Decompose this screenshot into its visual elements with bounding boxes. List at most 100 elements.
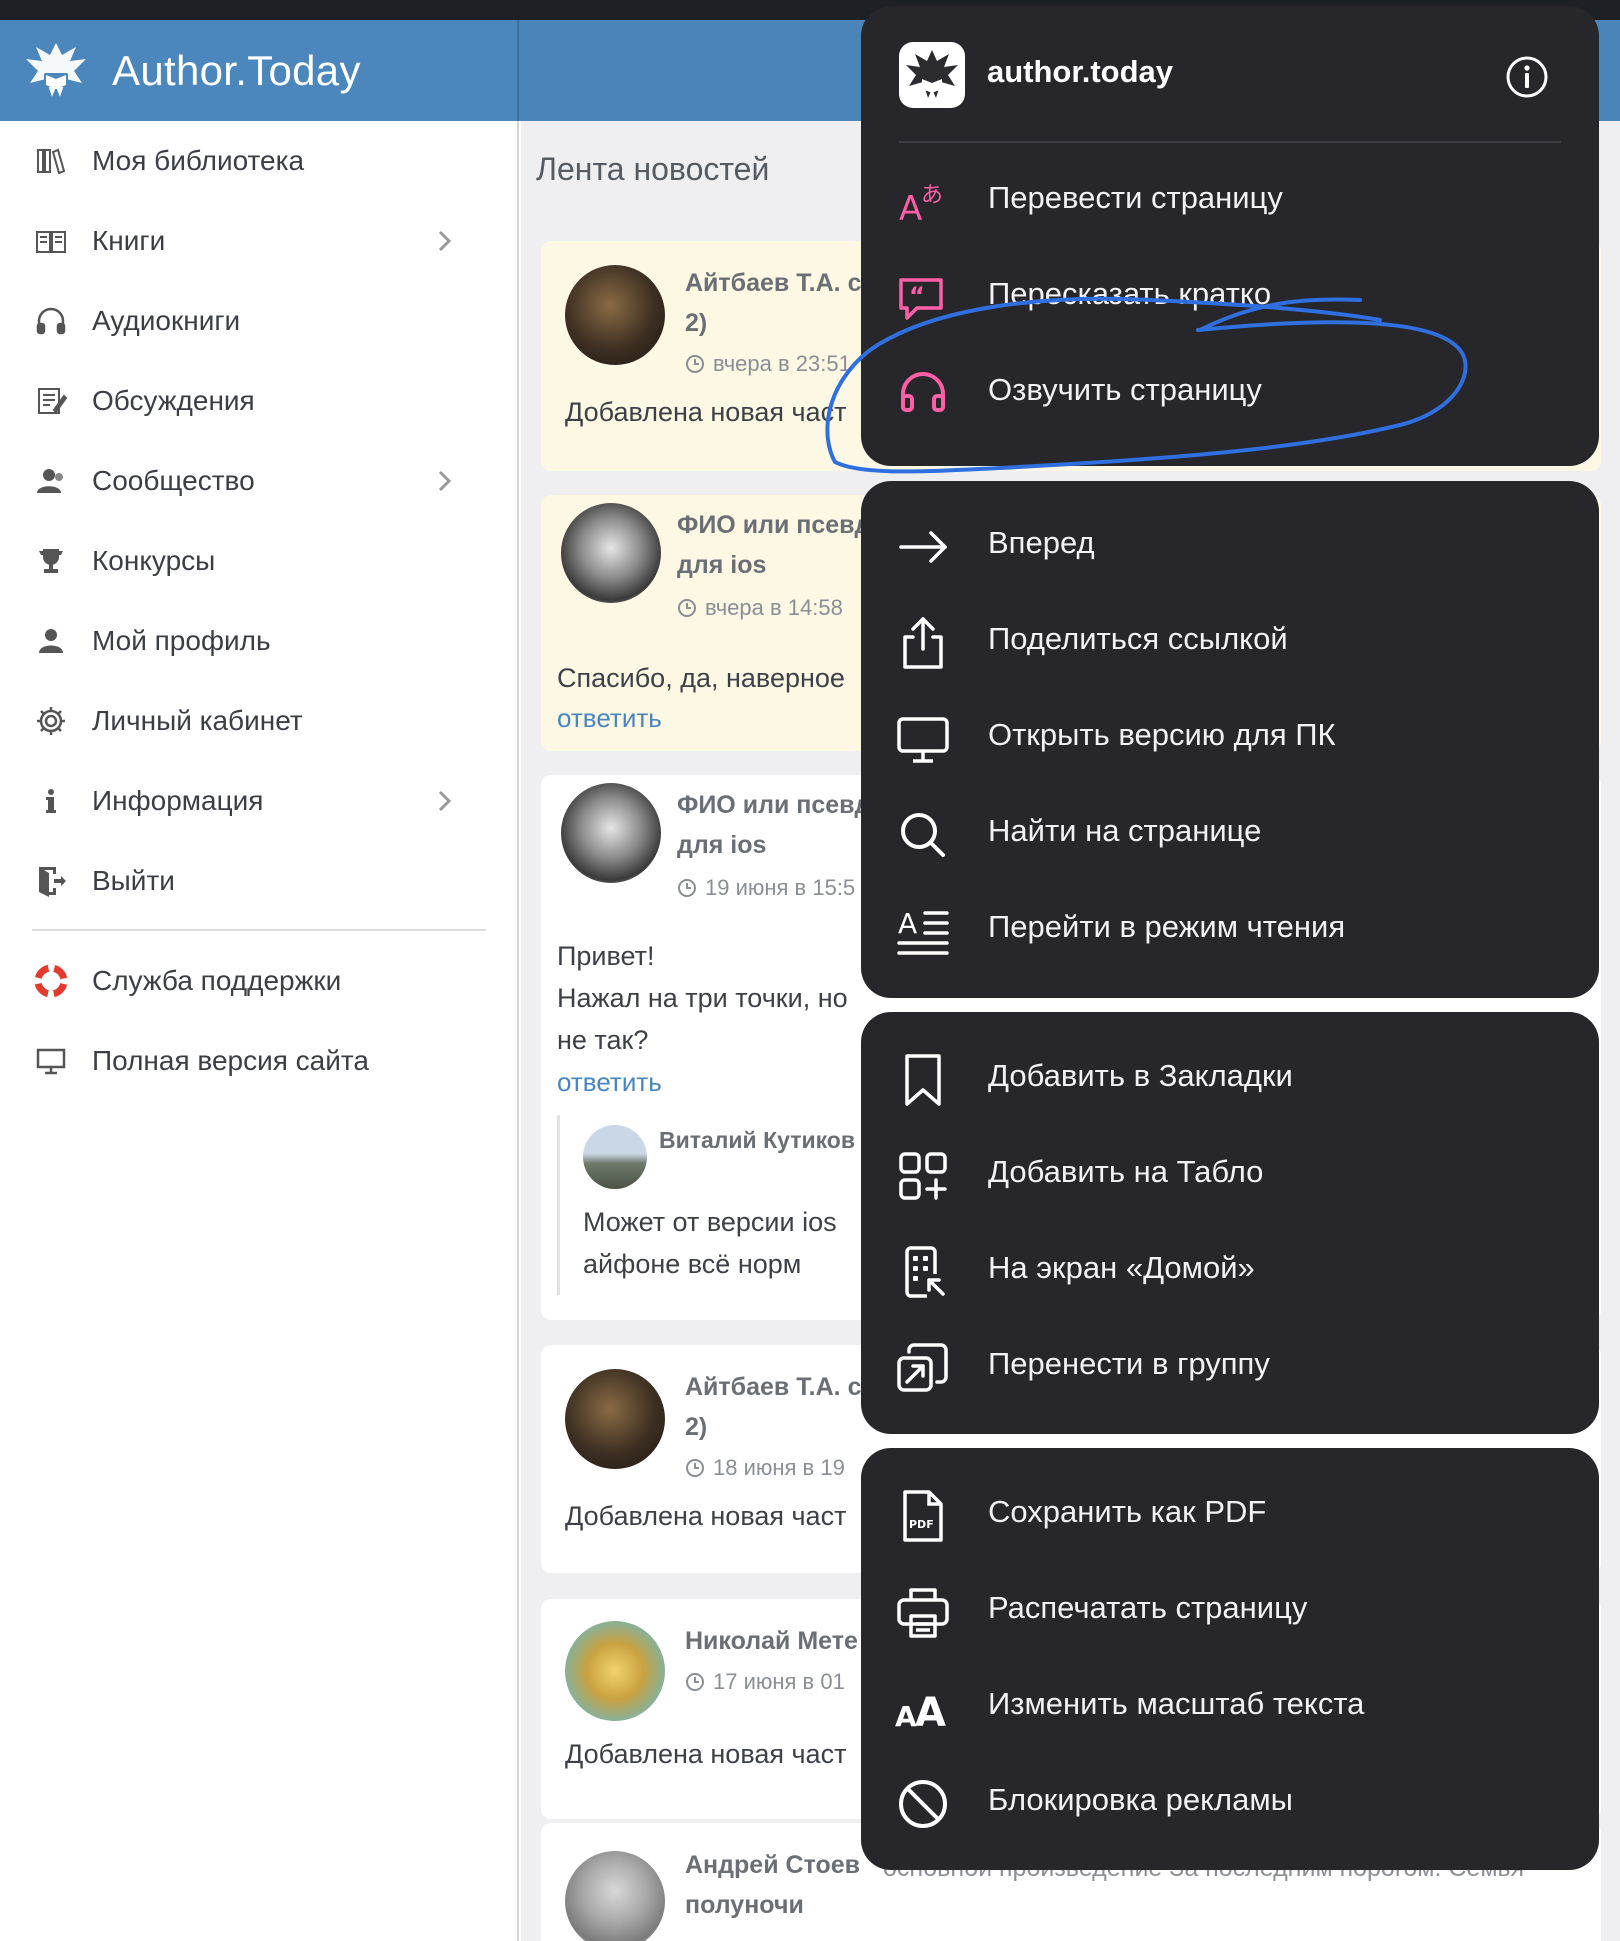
community-icon — [37, 469, 63, 493]
avatar[interactable] — [565, 265, 665, 365]
summary-icon: “ — [899, 278, 943, 320]
menu-item-forward[interactable]: Вперед — [861, 501, 1599, 591]
sidebar-item-support[interactable]: Служба поддержки — [0, 941, 519, 1021]
sidebar-item-full-version[interactable]: Полная версия сайта — [0, 1021, 519, 1101]
sidebar-item-discussions[interactable]: Обсуждения — [0, 361, 519, 441]
menu-group-save: Добавить в Закладки Добавить на Табло На… — [861, 1012, 1599, 1434]
clock-icon — [686, 1459, 704, 1477]
logo-text[interactable]: Author.Today — [112, 47, 361, 95]
menu-item-move-to-group[interactable]: Перенести в группу — [861, 1322, 1599, 1412]
menu-item-find-on-page[interactable]: Найти на странице — [861, 789, 1599, 879]
sidebar-item-books[interactable]: Книги — [0, 201, 519, 281]
post-text-line: Привет! — [557, 941, 655, 971]
menu-item-share[interactable]: Поделиться ссылкой — [861, 597, 1599, 687]
move-group-icon — [897, 1343, 948, 1392]
reply-link[interactable]: ответить — [557, 703, 662, 734]
author-name[interactable]: ФИО или псевд — [677, 511, 870, 540]
sidebar-item-library[interactable]: Моя библиотека — [0, 121, 519, 201]
author-name[interactable]: Айтбаев Т.А. с — [685, 1373, 861, 1402]
search-icon — [901, 813, 945, 857]
author-name[interactable]: ФИО или псевд — [677, 791, 870, 820]
sidebar-item-cabinet[interactable]: Личный кабинет — [0, 681, 519, 761]
menu-item-translate[interactable]: Aあ Перевести страницу — [861, 156, 1599, 246]
post-text-line: не так? — [557, 1025, 649, 1055]
logo-icon — [906, 50, 958, 98]
svg-text:“: “ — [909, 282, 925, 310]
menu-item-add-to-tableau[interactable]: Добавить на Табло — [861, 1130, 1599, 1220]
sidebar-header: Author.Today — [0, 20, 519, 121]
sidebar-item-label: Выйти — [92, 865, 175, 896]
menu-item-label: На экран «Домой» — [988, 1250, 1255, 1285]
sidebar: Моя библиотека Книги Аудиокниги Обсужден… — [0, 121, 519, 1941]
author-name-cont: для ios — [677, 551, 767, 579]
sidebar-item-label: Конкурсы — [92, 545, 216, 576]
sidebar-item-label: Служба поддержки — [92, 965, 342, 996]
author-name[interactable]: Андрей Стоев — [685, 1851, 860, 1880]
post-time: вчера в 14:58 — [677, 595, 843, 621]
post-time: 18 июня в 19 — [685, 1455, 845, 1481]
discussion-icon — [38, 388, 68, 414]
menu-item-label: Распечатать страницу — [988, 1590, 1308, 1625]
chevron-right-icon — [438, 790, 452, 812]
sidebar-item-audiobooks[interactable]: Аудиокниги — [0, 281, 519, 361]
chevron-right-icon — [438, 230, 452, 252]
avatar[interactable] — [561, 503, 661, 603]
sidebar-item-label: Мой профиль — [92, 625, 271, 656]
author-name-cont: 2) — [685, 1413, 708, 1441]
sidebar-item-label: Информация — [92, 785, 264, 816]
info-icon[interactable] — [1504, 54, 1550, 100]
sidebar-item-info[interactable]: Информация — [0, 761, 519, 841]
menu-item-reader-mode[interactable]: A Перейти в режим чтения — [861, 885, 1599, 975]
post-text: Добавлена новая част — [565, 1739, 847, 1769]
menu-item-label: Добавить на Табло — [988, 1154, 1264, 1189]
avatar[interactable] — [565, 1369, 665, 1469]
menu-item-save-pdf[interactable]: PDF Сохранить как PDF — [861, 1470, 1599, 1560]
svg-text:A: A — [899, 189, 922, 229]
sidebar-item-community[interactable]: Сообщество — [0, 441, 519, 521]
menu-item-label: Открыть версию для ПК — [988, 717, 1336, 752]
menu-item-label: Добавить в Закладки — [988, 1058, 1293, 1093]
site-favicon — [899, 42, 965, 108]
menu-header: author.today — [861, 6, 1599, 136]
menu-item-print[interactable]: Распечатать страницу — [861, 1566, 1599, 1656]
chevron-right-icon — [438, 470, 452, 492]
menu-item-label: Перенести в группу — [988, 1346, 1270, 1381]
menu-item-desktop-version[interactable]: Открыть версию для ПК — [861, 693, 1599, 783]
post-time: 19 июня в 15:5 — [677, 875, 855, 901]
menu-item-summarize[interactable]: “ Пересказать кратко — [861, 252, 1599, 342]
reply-link[interactable]: ответить — [557, 1067, 662, 1098]
sidebar-item-label: Моя библиотека — [92, 145, 305, 176]
menu-item-text-scale[interactable]: AA Изменить масштаб текста — [861, 1662, 1599, 1752]
menu-item-label: Изменить масштаб текста — [988, 1686, 1365, 1721]
svg-text:あ: あ — [921, 183, 943, 208]
logout-icon — [39, 867, 66, 897]
block-ads-icon — [899, 1780, 947, 1828]
avatar[interactable] — [565, 1851, 665, 1941]
reply-author-name[interactable]: Виталий Кутиков — [659, 1127, 855, 1154]
post-text: Спасибо, да, наверное — [557, 663, 845, 693]
avatar[interactable] — [565, 1621, 665, 1721]
author-name[interactable]: Николай Мете — [685, 1627, 858, 1656]
clock-icon — [686, 355, 704, 373]
sidebar-item-contests[interactable]: Конкурсы — [0, 521, 519, 601]
monitor-icon — [36, 1048, 66, 1075]
avatar[interactable] — [561, 783, 661, 883]
menu-separator — [899, 141, 1561, 143]
menu-item-read-aloud[interactable]: Озвучить страницу — [861, 348, 1599, 438]
post-time: вчера в 23:51 — [685, 351, 851, 377]
sidebar-item-profile[interactable]: Мой профиль — [0, 601, 519, 681]
menu-item-add-bookmark[interactable]: Добавить в Закладки — [861, 1034, 1599, 1124]
arrow-right-icon — [899, 531, 947, 563]
svg-text:PDF: PDF — [909, 1518, 934, 1531]
sidebar-item-logout[interactable]: Выйти — [0, 841, 519, 921]
headphones-icon — [36, 307, 66, 335]
post-text: Добавлена новая част — [565, 1501, 847, 1531]
home-screen-icon — [905, 1246, 945, 1298]
avatar[interactable] — [583, 1125, 647, 1189]
menu-item-ad-block[interactable]: Блокировка рекламы — [861, 1758, 1599, 1848]
share-icon — [903, 617, 943, 669]
menu-item-home-screen[interactable]: На экран «Домой» — [861, 1226, 1599, 1316]
logo-icon[interactable] — [20, 35, 92, 107]
desktop-icon — [897, 717, 949, 763]
author-name[interactable]: Айтбаев Т.А. с — [685, 269, 861, 298]
